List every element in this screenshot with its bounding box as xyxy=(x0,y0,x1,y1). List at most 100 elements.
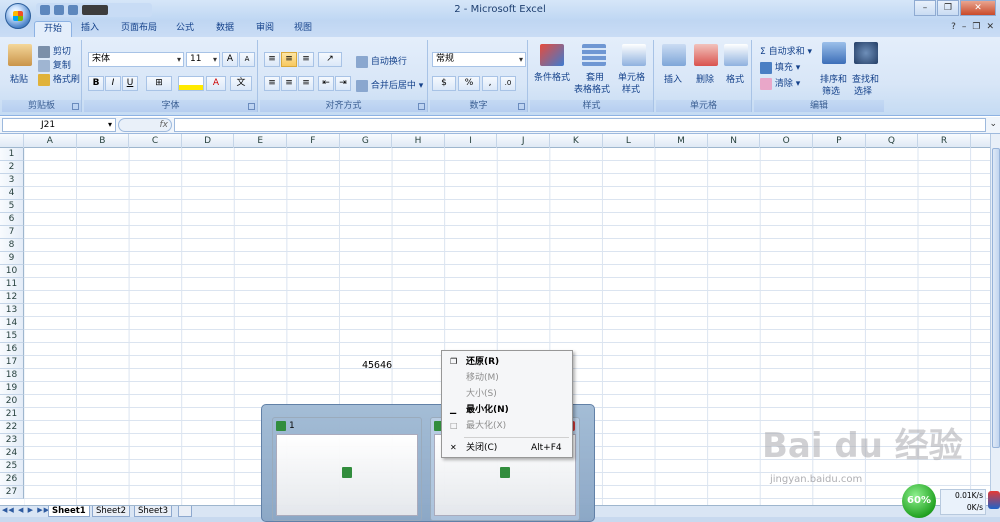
close-button[interactable]: ✕ xyxy=(960,0,996,16)
column-header[interactable]: D xyxy=(182,134,235,148)
mdi-restore-icon[interactable]: ❐ xyxy=(972,22,980,32)
minimize-button[interactable]: – xyxy=(914,0,936,16)
phonetic-icon[interactable]: 文 xyxy=(230,76,252,91)
orientation-icon[interactable]: ↗ xyxy=(318,52,342,67)
redo-icon[interactable] xyxy=(68,5,78,15)
column-header[interactable]: Q xyxy=(866,134,919,148)
insert-function-button[interactable]: fx xyxy=(118,118,172,132)
sheet-tab-2[interactable]: Sheet2 xyxy=(92,506,130,517)
undo-icon[interactable] xyxy=(54,5,64,15)
row-header[interactable]: 23 xyxy=(0,434,24,447)
format-table-label2[interactable]: 表格格式 xyxy=(574,82,610,95)
conditional-format-button[interactable]: 条件格式 xyxy=(534,70,570,83)
sheet-tab-3[interactable]: Sheet3 xyxy=(134,506,172,517)
row-header[interactable]: 21 xyxy=(0,408,24,421)
column-header[interactable]: G xyxy=(340,134,393,148)
sheet-nav-arrows-icon[interactable]: ◀◀ ◀ ▶ ▶▶ xyxy=(2,506,50,514)
tray-app-icon[interactable] xyxy=(988,491,1000,509)
mdi-close-icon[interactable]: ✕ xyxy=(986,22,994,32)
format-painter-button[interactable]: 格式刷 xyxy=(53,75,80,85)
comma-button[interactable]: , xyxy=(482,76,498,91)
row-header[interactable]: 8 xyxy=(0,239,24,252)
row-header[interactable]: 25 xyxy=(0,460,24,473)
column-header[interactable]: L xyxy=(603,134,656,148)
clear-button[interactable]: 清除 xyxy=(775,79,793,89)
row-header[interactable]: 14 xyxy=(0,317,24,330)
delete-cells-button[interactable]: 删除 xyxy=(696,72,714,85)
menu-item-close[interactable]: ✕ 关闭(C) Alt+F4 xyxy=(442,441,572,455)
row-header[interactable]: 9 xyxy=(0,252,24,265)
sheet-tab-1[interactable]: Sheet1 xyxy=(48,506,90,517)
find-select-label2[interactable]: 选择 xyxy=(854,84,872,97)
number-format-select[interactable]: 常规 xyxy=(432,52,526,67)
column-header[interactable]: C xyxy=(129,134,182,148)
column-header[interactable]: R xyxy=(918,134,971,148)
dialog-launcher-icon[interactable] xyxy=(418,103,425,110)
align-center-icon[interactable]: ≡ xyxy=(281,76,297,91)
copy-button[interactable]: 复制 xyxy=(53,61,71,71)
column-header[interactable]: M xyxy=(655,134,708,148)
row-header[interactable]: 11 xyxy=(0,278,24,291)
mdi-minimize-icon[interactable]: – xyxy=(962,22,967,32)
align-left-icon[interactable]: ≡ xyxy=(264,76,280,91)
column-header[interactable]: K xyxy=(550,134,603,148)
row-header[interactable]: 6 xyxy=(0,213,24,226)
paste-button[interactable]: 粘贴 xyxy=(10,72,28,85)
bold-button[interactable]: B xyxy=(88,76,104,91)
column-header[interactable]: J xyxy=(497,134,550,148)
row-header[interactable]: 4 xyxy=(0,187,24,200)
sort-filter-label2[interactable]: 筛选 xyxy=(822,84,840,97)
row-header[interactable]: 3 xyxy=(0,174,24,187)
row-header[interactable]: 10 xyxy=(0,265,24,278)
row-header[interactable]: 26 xyxy=(0,473,24,486)
fill-button[interactable]: 填充 xyxy=(775,63,793,73)
tab-view[interactable]: 视图 xyxy=(288,21,318,37)
row-header[interactable]: 2 xyxy=(0,161,24,174)
row-header[interactable]: 18 xyxy=(0,369,24,382)
help-icon[interactable]: ? xyxy=(951,22,956,32)
column-header[interactable]: A xyxy=(24,134,77,148)
scroll-thumb[interactable] xyxy=(992,148,1000,448)
autosum-button[interactable]: 自动求和 xyxy=(769,47,805,57)
shrink-font-button[interactable]: A xyxy=(239,52,255,67)
row-header[interactable]: 13 xyxy=(0,304,24,317)
decrease-indent-icon[interactable]: ⇤ xyxy=(318,76,334,91)
row-header[interactable]: 1 xyxy=(0,148,24,161)
fill-color-icon[interactable] xyxy=(178,76,204,91)
dialog-launcher-icon[interactable] xyxy=(518,103,525,110)
tab-page-layout[interactable]: 页面布局 xyxy=(114,21,164,37)
italic-button[interactable]: I xyxy=(105,76,121,91)
increase-decimal-icon[interactable]: .0 xyxy=(500,76,516,91)
tab-formulas[interactable]: 公式 xyxy=(170,21,200,37)
select-all-corner[interactable] xyxy=(0,134,24,148)
currency-icon[interactable]: $ xyxy=(432,76,456,91)
wrap-text-button[interactable]: 自动换行 xyxy=(371,57,407,67)
column-header[interactable]: E xyxy=(234,134,287,148)
tab-insert[interactable]: 插入 xyxy=(76,21,104,37)
align-middle-icon[interactable]: ≡ xyxy=(281,52,297,67)
percent-button[interactable]: % xyxy=(458,76,480,91)
restore-button[interactable]: ❐ xyxy=(937,0,959,16)
insert-cells-button[interactable]: 插入 xyxy=(664,72,682,85)
cell-g17-value[interactable]: 45646 xyxy=(362,360,392,371)
column-header[interactable]: B xyxy=(77,134,130,148)
memory-ball-icon[interactable]: 60% xyxy=(902,484,936,518)
column-header[interactable]: P xyxy=(813,134,866,148)
office-button[interactable] xyxy=(5,3,31,29)
row-header[interactable]: 15 xyxy=(0,330,24,343)
font-color-icon[interactable]: A xyxy=(206,76,226,91)
align-right-icon[interactable]: ≡ xyxy=(298,76,314,91)
dialog-launcher-icon[interactable] xyxy=(248,103,255,110)
column-header[interactable]: I xyxy=(445,134,498,148)
increase-indent-icon[interactable]: ⇥ xyxy=(335,76,351,91)
row-header[interactable]: 12 xyxy=(0,291,24,304)
row-header[interactable]: 19 xyxy=(0,382,24,395)
row-header[interactable]: 5 xyxy=(0,200,24,213)
row-header[interactable]: 22 xyxy=(0,421,24,434)
expand-formula-icon[interactable]: ⌄ xyxy=(989,119,997,129)
column-header[interactable]: H xyxy=(392,134,445,148)
row-header[interactable]: 17 xyxy=(0,356,24,369)
column-header[interactable]: F xyxy=(287,134,340,148)
row-header[interactable]: 24 xyxy=(0,447,24,460)
tab-data[interactable]: 数据 xyxy=(210,21,240,37)
